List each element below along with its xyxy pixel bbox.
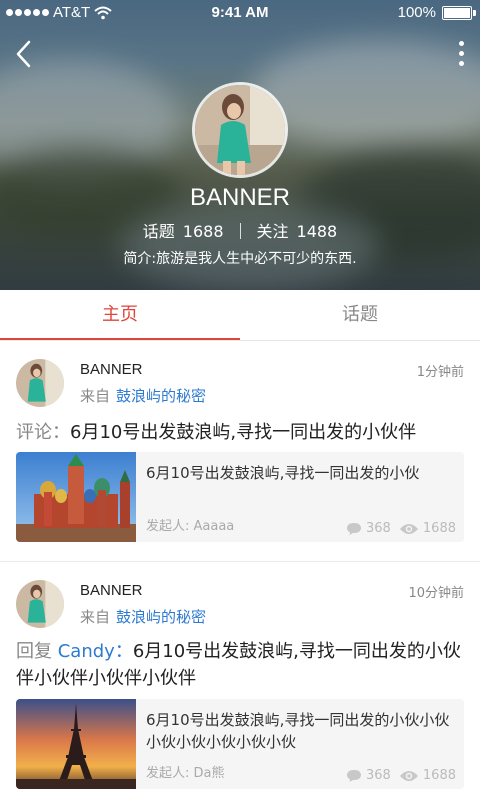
shared-topic-card[interactable]: 6月10号出发鼓浪屿,寻找一同出发的小伙小伙小伙小伙小伙小伙小伙 发起人: Da… [16,699,464,789]
status-bar: AT&T 9:41 AM 100% [0,0,480,26]
from-label: 来自 [80,608,111,626]
topics-label[interactable]: 话题 [143,222,175,241]
profile-intro: 简介:旅游是我人生中必不可少的东西. [123,251,357,267]
follow-label[interactable]: 关注 [257,222,289,241]
eye-icon [399,770,418,781]
post-text: 回复 Candy：6月10号出发鼓浪屿,寻找一同出发的小伙伴小伙伴小伙伴小伙伴 [16,638,468,692]
stats-divider [239,223,241,239]
tab-topics[interactable]: 话题 [240,290,480,340]
post-source: 来自 鼓浪屿的秘密 [80,606,206,627]
tab-home[interactable]: 主页 [0,290,240,340]
eye-icon [399,523,418,534]
shared-topic-card[interactable]: 6月10号出发鼓浪屿,寻找一同出发的小伙 发起人: Aaaaa 368 1688 [16,452,464,542]
feed-item[interactable]: BANNER 来自 鼓浪屿的秘密 10分钟前 回复 Candy：6月10号出发鼓浪… [0,561,480,789]
more-options-button[interactable] [450,38,472,72]
avatar-photo [16,580,64,628]
post-time: 10分钟前 [408,586,464,601]
reply-user-link[interactable]: Candy： [58,641,133,662]
battery-icon [442,5,476,20]
view-count: 1688 [399,521,456,536]
battery-percent: 100% [397,4,436,21]
view-count-value: 1688 [422,521,456,536]
comment-icon [347,522,361,535]
topic-link[interactable]: 鼓浪屿的秘密 [116,608,206,626]
post-body: 6月10号出发鼓浪屿,寻找一同出发的小伙伴 [70,422,417,443]
author-avatar[interactable] [16,580,64,628]
post-source: 来自 鼓浪屿的秘密 [80,385,206,406]
topic-initiator: 发起人: Aaaaa [146,519,235,534]
shared-topic-title: 6月10号出发鼓浪屿,寻找一同出发的小伙小伙小伙小伙小伙小伙小伙 [146,711,450,751]
view-count: 1688 [399,768,456,783]
from-label: 来自 [80,387,111,405]
status-right: 100% [397,4,476,21]
avatar-photo [16,359,64,407]
author-name[interactable]: BANNER [80,361,143,378]
active-tab-indicator [0,338,240,340]
comment-icon [347,769,361,782]
post-time: 1分钟前 [416,365,464,380]
action-label: 回复 [16,641,58,662]
eiffel-tower-photo [16,699,136,789]
profile-stats: 话题 1688 关注 1488 [0,218,480,242]
chevron-left-icon [16,40,31,68]
topics-count[interactable]: 1688 [183,222,224,241]
more-dot-icon [458,41,464,46]
profile-header: AT&T 9:41 AM 100% BANNER 话题 1688 关注 1488… [0,0,480,290]
action-label: 评论： [16,422,70,443]
topic-initiator: 发起人: Da熊 [146,766,225,781]
comment-count-value: 368 [366,521,391,536]
profile-name: BANNER [189,184,291,211]
comment-count-value: 368 [366,768,391,783]
shared-topic-title: 6月10号出发鼓浪屿,寻找一同出发的小伙 [146,464,420,482]
profile-avatar[interactable] [192,82,288,178]
avatar-photo [195,85,285,175]
back-button[interactable] [10,36,40,72]
cathedral-photo [16,452,136,542]
author-avatar[interactable] [16,359,64,407]
more-dot-icon [458,61,464,66]
view-count-value: 1688 [422,768,456,783]
comment-count: 368 [346,521,391,536]
post-text: 评论：6月10号出发鼓浪屿,寻找一同出发的小伙伴 [16,419,468,446]
profile-tabs: 主页 话题 [0,290,480,341]
author-name[interactable]: BANNER [80,582,143,599]
follow-count[interactable]: 1488 [297,222,338,241]
more-dot-icon [458,51,464,56]
comment-count: 368 [346,768,391,783]
topic-link[interactable]: 鼓浪屿的秘密 [116,387,206,405]
